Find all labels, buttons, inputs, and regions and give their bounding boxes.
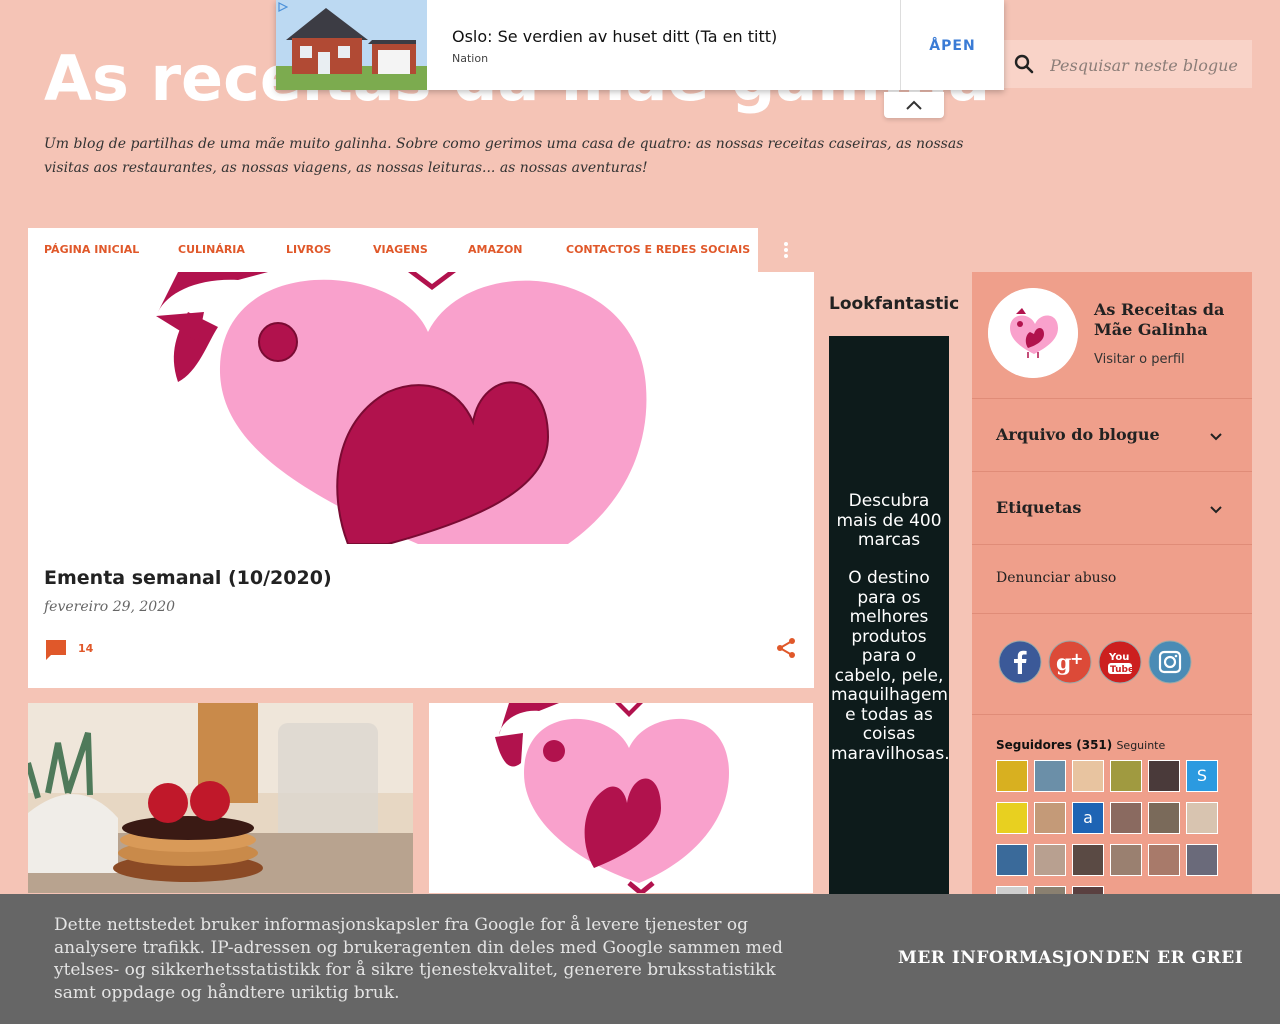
svg-text:You: You (1108, 652, 1129, 663)
cookie-banner: Dette nettstedet bruker informasjonskaps… (0, 894, 1280, 1024)
divider (972, 398, 1252, 399)
follower-avatar[interactable] (1186, 844, 1218, 876)
profile-avatar[interactable] (988, 288, 1078, 378)
ad-title[interactable]: Oslo: Se verdien av huset ditt (Ta en ti… (452, 27, 777, 46)
search-icon[interactable] (1012, 52, 1036, 76)
lookfantastic-title: Lookfantastic (829, 294, 960, 314)
followers-label: Seguidores (351) Seguinte (996, 738, 1165, 752)
nav-item-amazon[interactable]: AMAZON (468, 243, 523, 256)
post-title[interactable]: Ementa semanal (10/2020) (44, 567, 332, 589)
archive-heading[interactable]: Arquivo do blogue (996, 425, 1160, 444)
chevron-down-icon[interactable] (1206, 499, 1226, 519)
cookie-notice-text: Dette nettstedet bruker informasjonskaps… (54, 915, 783, 1003)
nav-item-livros[interactable]: LIVROS (286, 243, 331, 256)
divider (972, 471, 1252, 472)
post-hero-image[interactable] (28, 272, 814, 544)
nav-item-culinaria[interactable]: CULINÁRIA (178, 243, 245, 256)
profile-name[interactable]: As Receitas da Mãe Galinha (1094, 300, 1244, 340)
sidebar: As Receitas da Mãe Galinha Visitar o per… (972, 272, 1252, 918)
more-vert-icon[interactable] (772, 236, 800, 264)
follower-avatar[interactable] (1034, 802, 1066, 834)
accept-cookies-button[interactable]: DEN ER GREI (1106, 948, 1243, 968)
follower-avatar[interactable] (1034, 844, 1066, 876)
comment-icon[interactable] (44, 638, 68, 662)
followers-count: Seguidores (351) (996, 738, 1113, 752)
follower-avatar[interactable] (1110, 802, 1142, 834)
ad-info-icon[interactable] (278, 2, 288, 12)
comment-count[interactable]: 14 (78, 642, 93, 655)
svg-text:+: + (1070, 649, 1083, 668)
share-icon[interactable] (774, 636, 798, 660)
follower-avatar[interactable] (996, 802, 1028, 834)
youtube-icon[interactable]: You Tube (1098, 640, 1142, 684)
follower-avatar[interactable] (1148, 844, 1180, 876)
search-box (1004, 40, 1252, 88)
google-plus-icon[interactable]: g + (1048, 640, 1092, 684)
post-thumbnail-pancakes[interactable] (28, 703, 413, 893)
follower-avatar[interactable] (1110, 844, 1142, 876)
blog-description: Um blog de partilhas de uma mãe muito ga… (44, 136, 964, 176)
report-abuse-link[interactable]: Denunciar abuso (996, 570, 1116, 586)
follow-link[interactable]: Seguinte (1116, 739, 1165, 752)
follower-avatar[interactable] (1072, 760, 1104, 792)
follower-avatar[interactable] (1110, 760, 1142, 792)
nav-item-home[interactable]: PÁGINA INICIAL (44, 243, 139, 256)
ad-banner[interactable]: Oslo: Se verdien av huset ditt (Ta en ti… (276, 0, 1004, 118)
labels-heading[interactable]: Etiquetas (996, 498, 1081, 517)
ad-collapse-button[interactable] (884, 92, 944, 118)
follower-avatar[interactable] (996, 760, 1028, 792)
ad-house-image[interactable] (276, 0, 427, 90)
more-info-button[interactable]: MER INFORMASJON (898, 948, 1105, 968)
search-input[interactable] (1048, 50, 1248, 80)
lookfantastic-ad[interactable]: Descubra mais de 400 marcas O destino pa… (829, 336, 950, 896)
post-card: Ementa semanal (10/2020) fevereiro 29, 2… (28, 272, 814, 688)
follower-avatar[interactable] (1186, 802, 1218, 834)
svg-text:Tube: Tube (1110, 665, 1134, 675)
lookfantastic-ad-line1: Descubra mais de 400 marcas (836, 491, 942, 550)
divider (972, 613, 1252, 614)
follower-avatar[interactable]: S (1186, 760, 1218, 792)
facebook-icon[interactable] (998, 640, 1042, 684)
nav-item-viagens[interactable]: VIAGENS (373, 243, 428, 256)
divider (972, 544, 1252, 545)
nav-item-contactos[interactable]: CONTACTOS E REDES SOCIAIS (566, 243, 750, 256)
follower-avatar[interactable] (1148, 760, 1180, 792)
follower-avatar[interactable] (1034, 760, 1066, 792)
follower-avatar[interactable] (1072, 844, 1104, 876)
chevron-up-icon (906, 100, 922, 110)
chevron-down-icon[interactable] (1206, 426, 1226, 446)
follower-avatar[interactable] (996, 844, 1028, 876)
follower-avatar[interactable]: a (1072, 802, 1104, 834)
post-date: fevereiro 29, 2020 (44, 599, 176, 615)
instagram-icon[interactable] (1148, 640, 1192, 684)
lookfantastic-ad-line2: O destino para os melhores produtos para… (831, 568, 950, 764)
visit-profile-link[interactable]: Visitar o perfil (1094, 352, 1185, 367)
ad-source: Nation (452, 52, 489, 65)
divider (972, 714, 1252, 715)
follower-avatar[interactable] (1148, 802, 1180, 834)
main-navigation: PÁGINA INICIAL CULINÁRIA LIVROS VIAGENS … (28, 228, 758, 272)
ad-open-button[interactable]: ÅPEN (901, 0, 1004, 90)
post-thumbnail-logo[interactable] (429, 703, 813, 893)
